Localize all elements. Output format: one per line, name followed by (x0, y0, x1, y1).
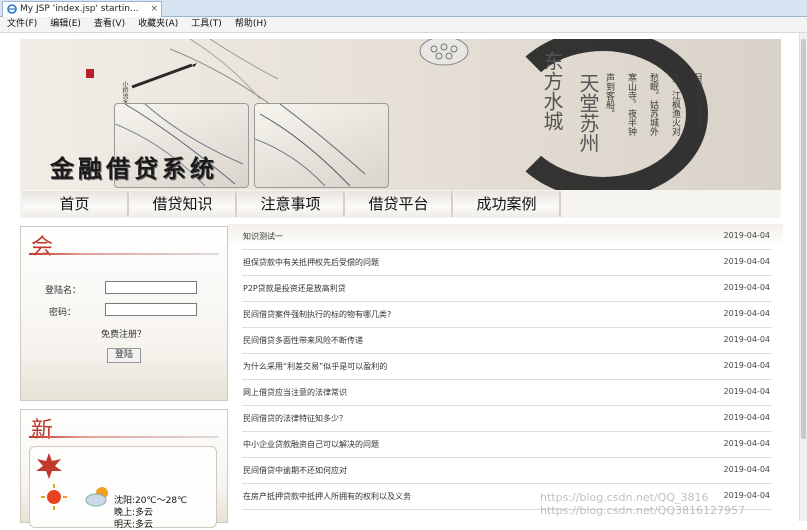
password-input[interactable] (105, 303, 197, 316)
nav-precautions[interactable]: 注意事项 (238, 191, 345, 217)
username-input[interactable] (105, 281, 197, 294)
list-item[interactable]: 民间借贷多面性带来风险不断传递 2019-04-04 (242, 328, 772, 354)
article-title[interactable]: 民间借贷的法律特征知多少？ (243, 413, 347, 424)
ie-icon (7, 4, 17, 14)
watermark-line-2: https://blog.csdn.net/QQ3816127957 (540, 504, 745, 517)
article-title[interactable]: 网上借贷应当注意的法律常识 (243, 387, 347, 398)
list-item[interactable]: 担保贷款中有关抵押权先后受偿的问题 2019-04-04 (242, 250, 772, 276)
page-content: 小桥流水人家 古道西风瘦马 一夜生 金融借贷系统 东方水城 天堂苏州 月落乌啼霜… (0, 33, 800, 530)
scrollbar-thumb[interactable] (801, 39, 806, 439)
browser-tab-title: My JSP 'index.jsp' startin... (20, 4, 139, 14)
red-seal (86, 69, 94, 78)
poem-large-2: 天堂苏州 (576, 73, 600, 153)
list-item[interactable]: 中小企业贷款融资自己可以解决的问题 2019-04-04 (242, 432, 772, 458)
list-item[interactable]: P2P贷款是投资还是放高利贷 2019-04-04 (242, 276, 772, 302)
article-title[interactable]: 民间借贷多面性带来风险不断传递 (243, 335, 363, 346)
login-panel: 会 登陆名： 密码： 免费注册？ 登陆 (20, 226, 228, 401)
register-link[interactable]: 免费注册？ (101, 327, 146, 340)
article-date: 2019-04-04 (723, 361, 771, 370)
menu-file[interactable]: 文件(F) (0, 17, 43, 32)
site-logo: 金融借贷系统 (50, 154, 218, 183)
poem-small: 月落乌啼霜满天，江枫渔火对愁眠。姑苏城外寒山寺，夜半钟声到客船。 (604, 73, 702, 136)
banner-frame-2 (254, 103, 389, 188)
close-tab-icon[interactable]: × (150, 2, 158, 16)
article-date: 2019-04-04 (723, 335, 771, 344)
article-date: 2019-04-04 (723, 257, 771, 266)
poem-large-1: 东方水城 (540, 51, 564, 131)
panel-divider (29, 253, 219, 255)
nav-loan-knowledge[interactable]: 借贷知识 (130, 191, 237, 217)
article-title[interactable]: P2P贷款是投资还是放高利贷 (243, 283, 346, 294)
list-item[interactable]: 民间借贷案件强制执行的标的物有哪几类? 2019-04-04 (242, 302, 772, 328)
weather-tomorrow: 明天:多云 (114, 520, 154, 530)
nav-home[interactable]: 首页 (22, 191, 129, 217)
list-item[interactable]: 为什么采用“利差交易”似乎是可以盈利的 2019-04-04 (242, 354, 772, 380)
article-title[interactable]: 为什么采用“利差交易”似乎是可以盈利的 (243, 361, 387, 372)
sun-icon (41, 484, 67, 510)
cloud-sun-icon (85, 487, 108, 507)
article-title[interactable]: 在房产抵押贷款中抵押人所拥有的权利以及义务 (243, 491, 411, 502)
username-label: 登陆名： (45, 286, 82, 296)
password-label: 密码： (49, 308, 77, 318)
weather-widget: 沈阳:20℃～28℃ 晚上:多云 明天:多云 (29, 446, 217, 530)
nav-loan-platform[interactable]: 借贷平台 (346, 191, 453, 217)
nav-success-cases[interactable]: 成功案例 (454, 191, 561, 217)
article-title[interactable]: 中小企业贷款融资自己可以解决的问题 (243, 439, 379, 450)
list-item[interactable]: 网上借贷应当注意的法律常识 2019-04-04 (242, 380, 772, 406)
article-date: 2019-04-04 (723, 309, 771, 318)
maple-leaf-icon (36, 453, 62, 479)
watermark: https://blog.csdn.net/QQ_3816 https://bl… (540, 491, 745, 517)
article-title[interactable]: 知识测试一 (243, 231, 283, 242)
article-date: 2019-04-04 (723, 231, 771, 240)
menu-tools[interactable]: 工具(T) (184, 17, 228, 32)
menu-view[interactable]: 查看(V) (87, 17, 131, 32)
article-date: 2019-04-04 (723, 387, 771, 396)
lotus-pod-art (419, 39, 469, 66)
article-date: 2019-04-04 (723, 413, 771, 422)
article-list: 知识测试一 2019-04-04 担保贷款中有关抵押权先后受偿的问题 2019-04… (228, 224, 783, 521)
menu-favorites[interactable]: 收藏夹(A) (131, 17, 184, 32)
browser-tab[interactable]: My JSP 'index.jsp' startin... × (2, 1, 162, 17)
list-item[interactable]: 民间借贷的法律特征知多少？ 2019-04-04 (242, 406, 772, 432)
article-title[interactable]: 民间借贷案件强制执行的标的物有哪几类? (243, 309, 391, 320)
vertical-scrollbar[interactable] (799, 33, 807, 521)
bamboo-leaves-art (170, 39, 279, 105)
list-item[interactable]: 民间借贷中逾期不还如何应对 2019-04-04 (242, 458, 772, 484)
list-item[interactable]: 知识测试一 2019-04-04 (242, 224, 772, 250)
header-banner: 小桥流水人家 古道西风瘦马 一夜生 金融借贷系统 东方水城 天堂苏州 月落乌啼霜… (20, 39, 781, 190)
menu-help[interactable]: 帮助(H) (228, 17, 273, 32)
article-title[interactable]: 民间借贷中逾期不还如何应对 (243, 465, 347, 476)
browser-menu-bar: 文件(F) 编辑(E) 查看(V) 收藏夹(A) 工具(T) 帮助(H) (0, 17, 807, 33)
watermark-line-1: https://blog.csdn.net/QQ_3816 (540, 491, 709, 504)
login-panel-heading: 会 (31, 235, 54, 260)
menu-edit[interactable]: 编辑(E) (43, 17, 87, 32)
article-date: 2019-04-04 (723, 439, 771, 448)
browser-tab-bar: My JSP 'index.jsp' startin... × (0, 0, 807, 17)
news-panel: 新 沈阳:20℃～28℃ 晚上:多云 明天:多云 (20, 409, 228, 530)
news-panel-heading: 新 (31, 418, 54, 443)
article-date: 2019-04-04 (723, 283, 771, 292)
article-date: 2019-04-04 (723, 465, 771, 474)
panel-divider (29, 436, 219, 438)
article-title[interactable]: 担保贷款中有关抵押权先后受偿的问题 (243, 257, 379, 268)
login-button[interactable]: 登陆 (107, 348, 141, 363)
main-nav: 首页 借贷知识 注意事项 借贷平台 成功案例 (20, 190, 781, 218)
